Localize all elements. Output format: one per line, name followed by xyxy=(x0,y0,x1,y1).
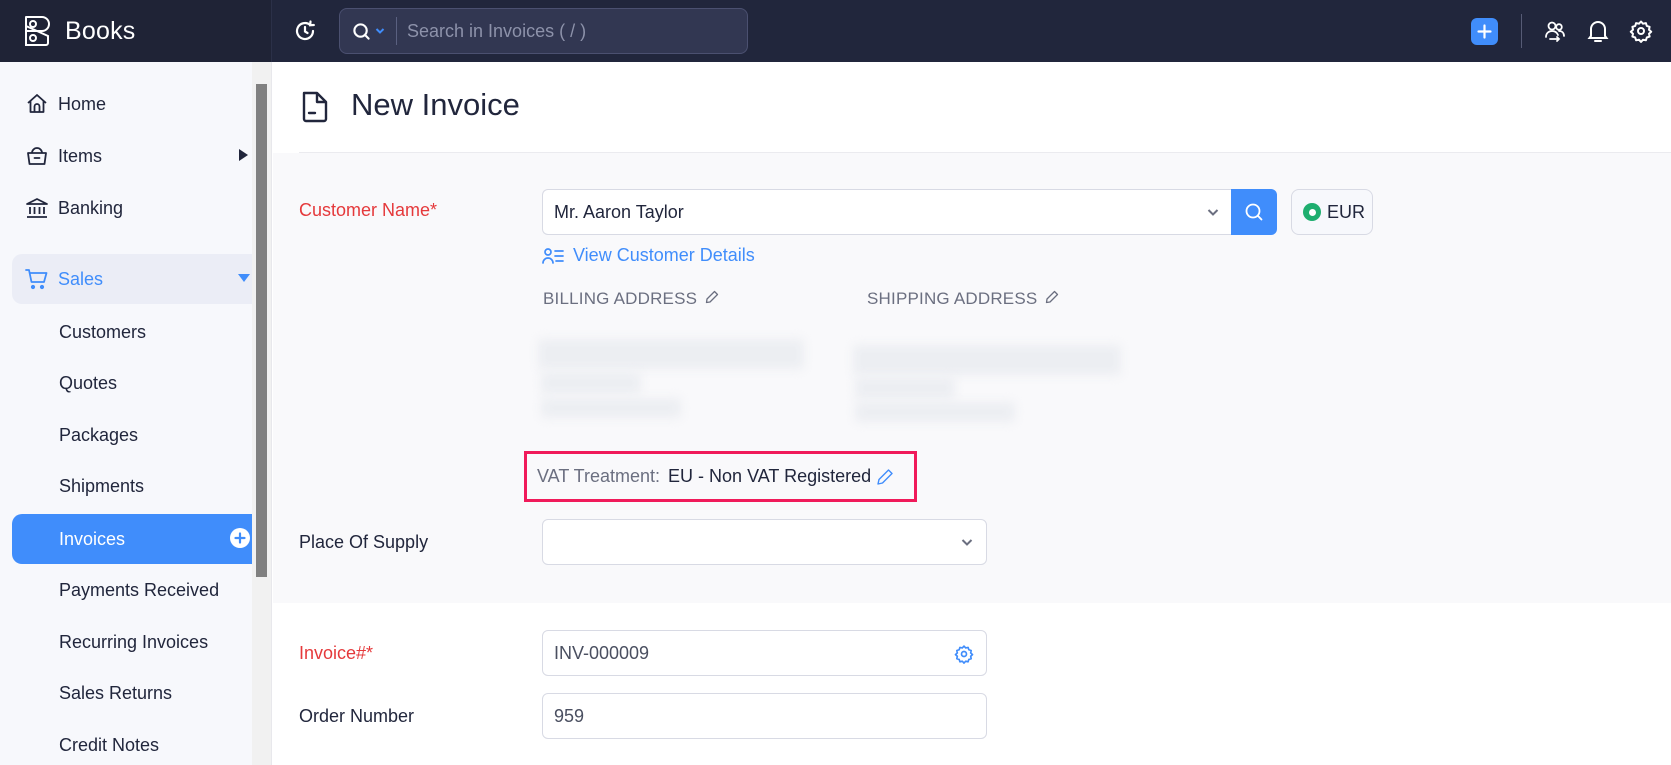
vat-treatment-label: VAT Treatment: xyxy=(537,466,661,486)
topbar-divider xyxy=(1521,14,1522,48)
sidebar-item-label: Invoices xyxy=(59,528,126,549)
customer-name-value: Mr. Aaron Taylor xyxy=(554,201,684,222)
home-icon xyxy=(25,92,49,116)
edit-shipping-address-icon[interactable] xyxy=(1045,289,1059,309)
plus-icon xyxy=(1477,24,1492,39)
bell-icon xyxy=(1587,21,1609,42)
invoice-number-settings-icon[interactable] xyxy=(954,644,974,669)
refer-users-button[interactable] xyxy=(1541,17,1569,45)
billing-address-redacted xyxy=(538,339,804,369)
cart-icon xyxy=(25,267,49,291)
sidebar-item-packages[interactable]: Packages xyxy=(12,411,252,459)
customer-search-button[interactable] xyxy=(1231,189,1277,235)
place-of-supply-select[interactable] xyxy=(542,519,987,565)
billing-address-label: BILLING ADDRESS xyxy=(543,289,698,308)
page-title: New Invoice xyxy=(351,87,520,122)
sidebar-item-label: Sales xyxy=(58,268,104,289)
sidebar-item-items[interactable]: Items xyxy=(12,132,252,180)
gear-icon xyxy=(1629,20,1653,43)
page-header: New Invoice xyxy=(273,62,1671,152)
settings-button[interactable] xyxy=(1627,17,1655,45)
invoice-number-input[interactable]: INV-000009 xyxy=(542,630,987,676)
billing-address-redacted xyxy=(541,372,641,394)
sidebar-item-shipments[interactable]: Shipments xyxy=(12,462,252,510)
billing-address-header: BILLING ADDRESS xyxy=(543,289,719,309)
sidebar-item-label: Customers xyxy=(59,321,147,342)
search-icon xyxy=(353,22,370,40)
sidebar-item-home[interactable]: Home xyxy=(12,80,252,128)
shipping-address-redacted xyxy=(853,345,1121,375)
chevron-down-icon xyxy=(1207,209,1219,216)
sidebar-item-label: Shipments xyxy=(59,475,145,496)
sidebar-item-credit-notes[interactable]: Credit Notes xyxy=(12,721,252,765)
books-logo-icon xyxy=(25,16,50,46)
order-number-input[interactable]: 959 xyxy=(542,693,987,739)
sidebar-item-banking[interactable]: Banking xyxy=(12,184,252,232)
brand[interactable]: Books xyxy=(0,0,272,62)
bank-icon xyxy=(25,196,49,220)
customer-details-icon xyxy=(542,247,564,264)
sidebar-item-label: Credit Notes xyxy=(59,734,160,755)
top-bar: Books xyxy=(0,0,1671,62)
currency-code: EUR xyxy=(1327,201,1366,222)
invoice-number-label: Invoice#* xyxy=(299,643,374,663)
search-scope-dropdown[interactable] xyxy=(340,17,397,45)
search-input[interactable] xyxy=(397,20,737,42)
sidebar-item-label: Payments Received xyxy=(59,579,220,600)
place-of-supply-label: Place Of Supply xyxy=(299,532,429,552)
view-customer-details-text: View Customer Details xyxy=(573,245,755,265)
edit-vat-treatment-icon[interactable] xyxy=(876,468,894,486)
sidebar-item-label: Home xyxy=(58,93,107,114)
shipping-address-header: SHIPPING ADDRESS xyxy=(867,289,1059,309)
chevron-down-icon xyxy=(961,539,973,546)
sidebar-item-sales-returns[interactable]: Sales Returns xyxy=(12,669,252,717)
sidebar-item-label: Banking xyxy=(58,197,124,218)
sidebar-item-invoices[interactable]: Invoices xyxy=(12,514,252,564)
chevron-down-icon xyxy=(375,28,385,34)
sidebar-item-sales[interactable]: Sales xyxy=(12,254,252,304)
vat-treatment-highlight: VAT Treatment: EU - Non VAT Registered xyxy=(524,451,917,502)
customer-name-label: Customer Name* xyxy=(299,200,438,220)
recent-activity-icon xyxy=(295,20,315,41)
sidebar-item-label: Recurring Invoices xyxy=(59,631,209,652)
shipping-address-redacted xyxy=(855,402,1015,422)
app-name: Books xyxy=(65,16,136,45)
recent-activity-button[interactable] xyxy=(290,16,320,46)
order-number-value: 959 xyxy=(554,705,585,726)
currency-badge[interactable]: EUR xyxy=(1291,189,1373,235)
quick-create-button[interactable] xyxy=(1471,18,1498,45)
invoice-number-value: INV-000009 xyxy=(554,642,650,663)
sidebar-item-label: Sales Returns xyxy=(59,682,173,703)
order-number-label: Order Number xyxy=(299,706,415,726)
document-icon xyxy=(300,90,330,129)
customer-name-select[interactable]: Mr. Aaron Taylor xyxy=(542,189,1232,235)
sidebar-item-payments-received[interactable]: Payments Received xyxy=(12,566,252,614)
sidebar-item-customers[interactable]: Customers xyxy=(12,308,252,356)
refer-users-icon xyxy=(1545,21,1565,42)
vat-treatment-value: EU - Non VAT Registered xyxy=(668,466,872,486)
new-invoice-plus-icon[interactable] xyxy=(230,528,250,548)
currency-status-icon xyxy=(1303,203,1321,221)
sidebar-item-label: Quotes xyxy=(59,372,118,393)
edit-billing-address-icon[interactable] xyxy=(705,289,719,309)
global-search xyxy=(339,8,748,54)
shipping-address-redacted xyxy=(855,377,955,399)
shipping-address-label: SHIPPING ADDRESS xyxy=(867,289,1038,308)
view-customer-details-link[interactable]: View Customer Details xyxy=(542,245,755,266)
main-content: New Invoice Customer Name* Mr. Aaron Tay… xyxy=(273,62,1671,765)
sidebar-item-quotes[interactable]: Quotes xyxy=(12,359,252,407)
notifications-button[interactable] xyxy=(1584,17,1612,45)
billing-address-redacted xyxy=(541,398,681,418)
sidebar-item-label: Packages xyxy=(59,424,139,445)
search-icon xyxy=(1245,203,1263,221)
sidebar: Home Items Banking Sales Customers Quote… xyxy=(0,62,252,765)
caret-down-icon xyxy=(238,274,250,282)
sidebar-item-recurring-invoices[interactable]: Recurring Invoices xyxy=(12,618,252,666)
sidebar-scrollbar-thumb[interactable] xyxy=(256,84,267,577)
basket-icon xyxy=(25,144,49,168)
caret-right-icon xyxy=(239,149,248,161)
sidebar-item-label: Items xyxy=(58,145,103,166)
